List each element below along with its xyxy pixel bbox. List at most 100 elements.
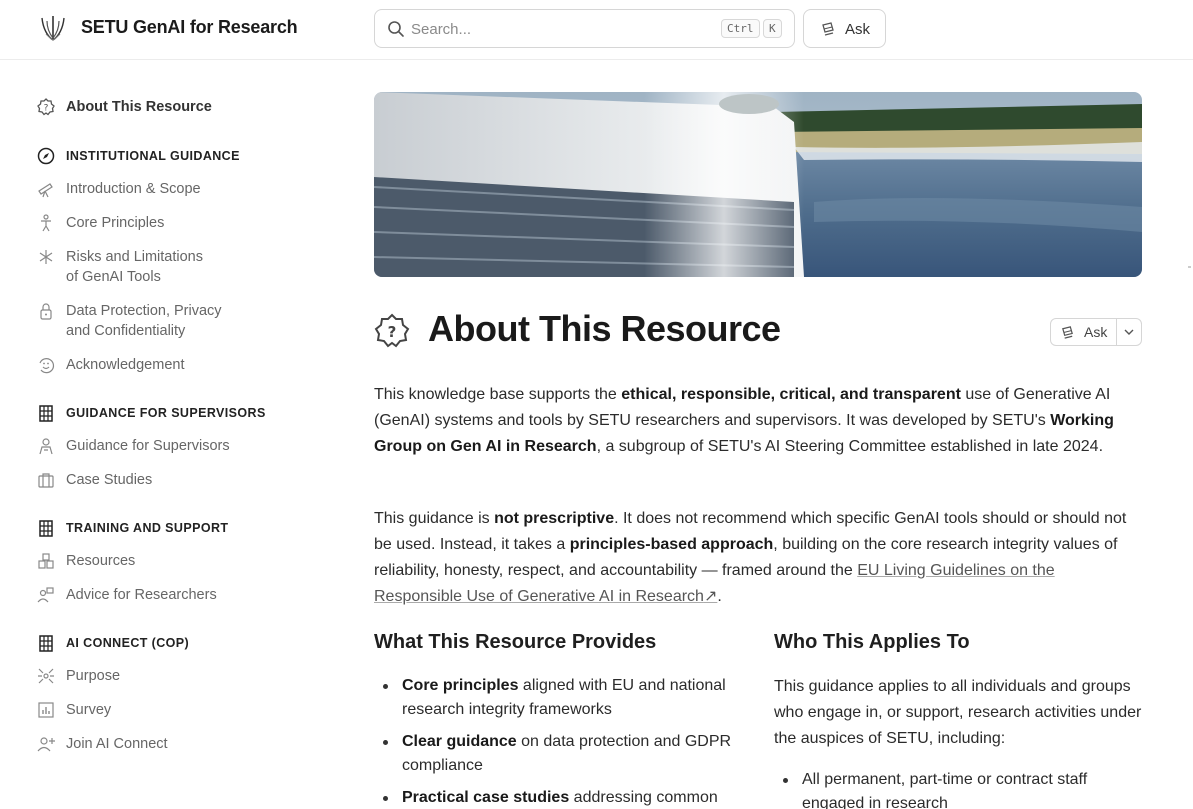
figure-icon [41, 214, 51, 232]
sidebar-item-case-studies[interactable]: Case Studies [36, 470, 152, 490]
external-link-icon: ↗ [703, 588, 718, 605]
sidebar-item-join[interactable]: Join AI Connect [36, 734, 168, 754]
text: addressing common [569, 789, 718, 806]
section-guidance-supervisors: GUIDANCE FOR SUPERVISORS [36, 403, 266, 423]
sidebar-item-label: Join AI Connect [66, 736, 168, 752]
telescope-icon [38, 183, 53, 198]
chevron-down-icon [1124, 329, 1134, 335]
provides-list: Core principles aligned with EU and nati… [374, 674, 744, 809]
supervisor-icon [39, 438, 53, 455]
sidebar-item-label: Advice for Researchers [66, 587, 217, 603]
sidebar-item-label: Survey [66, 702, 112, 718]
text: . [717, 588, 722, 605]
bar-chart-icon [38, 702, 54, 718]
text: , a subgroup of SETU's AI Steering Commi… [596, 438, 1104, 455]
provides-heading: What This Resource Provides [374, 631, 657, 653]
sidebar-item-acknowledgement[interactable]: Acknowledgement [36, 355, 185, 375]
sidebar-item-label: Risks and Limitations of GenAI Tools [66, 247, 203, 287]
building-icon [39, 635, 53, 652]
bold-text: Practical case studies [402, 789, 570, 806]
bold-text: not prescriptive [494, 510, 615, 527]
section-title: GUIDANCE FOR SUPERVISORS [66, 406, 266, 420]
bold-text: Core principles [402, 677, 519, 694]
crosshair-icon [38, 668, 54, 684]
svg-text:?: ? [388, 323, 397, 341]
hero-sea-wall-picture [374, 92, 1142, 277]
sidebar-item-label: Purpose [66, 668, 121, 684]
ask-dropdown-toggle[interactable] [1117, 319, 1141, 345]
kbd-k: K [763, 19, 782, 38]
page-title: About This Resource [428, 308, 781, 349]
lock-icon [40, 303, 52, 320]
sidebar-item-core-principles[interactable]: Core Principles [36, 213, 164, 233]
applies-list: All permanent, part-time or contract sta… [774, 768, 1134, 809]
hero-image [374, 92, 1142, 277]
list-item: All permanent, part-time or contract sta… [774, 768, 1134, 809]
researcher-icon [37, 587, 54, 603]
intro-paragraph: This knowledge base supports the ethical… [374, 382, 1134, 460]
text: This knowledge base supports the [374, 386, 622, 403]
ask-inline-label: Ask [1084, 324, 1108, 340]
ask-inline-button[interactable]: Ask [1051, 319, 1117, 345]
sidebar-item-label: Case Studies [66, 472, 153, 488]
asterisk-icon [39, 250, 53, 264]
section-institutional-guidance: INSTITUTIONAL GUIDANCE [36, 146, 240, 166]
section-title: TRAINING AND SUPPORT [66, 521, 229, 535]
sidebar-item-guidance-supervisors[interactable]: Guidance for Supervisors [36, 436, 230, 456]
scrollbar-marker[interactable] [1188, 266, 1191, 268]
building-icon [39, 520, 53, 537]
list-item: Practical case studies addressing common [374, 786, 744, 809]
sidebar-item-label: About This Resource [66, 99, 212, 115]
sidebar-item-label: Acknowledgement [66, 357, 185, 373]
label-line: of GenAI Tools [66, 269, 161, 285]
bold-text: ethical, responsible, critical, and tran… [621, 386, 961, 403]
question-badge-icon: ? [374, 313, 410, 348]
sidebar-item-resources[interactable]: Resources [36, 551, 135, 571]
sidebar-item-about[interactable]: ? About This Resource [36, 97, 212, 117]
label-line: Risks and Limitations [66, 249, 203, 265]
sidebar-item-survey[interactable]: Survey [36, 700, 111, 720]
sidebar-item-introduction[interactable]: Introduction & Scope [36, 179, 201, 199]
user-plus-icon [37, 737, 55, 752]
sidebar-item-label: Core Principles [66, 215, 165, 231]
sidebar-item-purpose[interactable]: Purpose [36, 666, 120, 686]
question-badge-icon: ? [37, 98, 55, 116]
guidance-paragraph: This guidance is not prescriptive. It do… [374, 506, 1134, 610]
ask-button-label: Ask [845, 21, 871, 38]
top-header: SETU GenAI for Research Search... Ctrl K… [0, 0, 1193, 60]
brand-title[interactable]: SETU GenAI for Research [81, 17, 298, 38]
ask-split-button: Ask [1050, 318, 1142, 346]
ask-button[interactable]: Ask [803, 9, 886, 48]
section-title: AI CONNECT (COP) [66, 636, 190, 650]
sidebar-item-label: Resources [66, 553, 136, 569]
smile-icon [39, 358, 55, 374]
sidebar: ? About This Resource INSTITUTIONAL GUID… [0, 61, 330, 809]
kbd-ctrl: Ctrl [721, 19, 760, 38]
ask-sparkle-icon [1062, 326, 1073, 339]
boxes-icon [38, 553, 54, 569]
search-placeholder: Search... [411, 21, 472, 38]
sidebar-item-advice[interactable]: Advice for Researchers [36, 585, 217, 605]
applies-paragraph: This guidance applies to all individuals… [774, 678, 1142, 747]
briefcase-icon [38, 473, 54, 488]
text: This guidance is [374, 510, 495, 527]
bold-text: principles-based approach [569, 536, 774, 553]
setu-logo-icon[interactable] [38, 12, 68, 44]
list-item: Core principles aligned with EU and nati… [374, 674, 744, 722]
label-line: and Confidentiality [66, 323, 186, 339]
compass-icon [37, 147, 55, 165]
search-box[interactable]: Search... Ctrl K [374, 9, 795, 48]
sidebar-item-label: Guidance for Supervisors [66, 438, 230, 454]
sidebar-item-risks[interactable]: Risks and Limitations of GenAI Tools [36, 247, 203, 287]
ask-sparkle-icon [822, 22, 834, 36]
sidebar-item-label: Introduction & Scope [66, 181, 201, 197]
sidebar-item-data-protection[interactable]: Data Protection, Privacy and Confidential… [36, 301, 222, 341]
list-item: Clear guidance on data protection and GD… [374, 730, 744, 778]
bold-text: Clear guidance [402, 733, 517, 750]
section-training-support: TRAINING AND SUPPORT [36, 518, 228, 538]
building-icon [39, 405, 53, 422]
label-line: Data Protection, Privacy [66, 303, 222, 319]
section-title: INSTITUTIONAL GUIDANCE [66, 149, 240, 163]
svg-text:?: ? [44, 104, 49, 114]
applies-heading: Who This Applies To [774, 631, 970, 653]
